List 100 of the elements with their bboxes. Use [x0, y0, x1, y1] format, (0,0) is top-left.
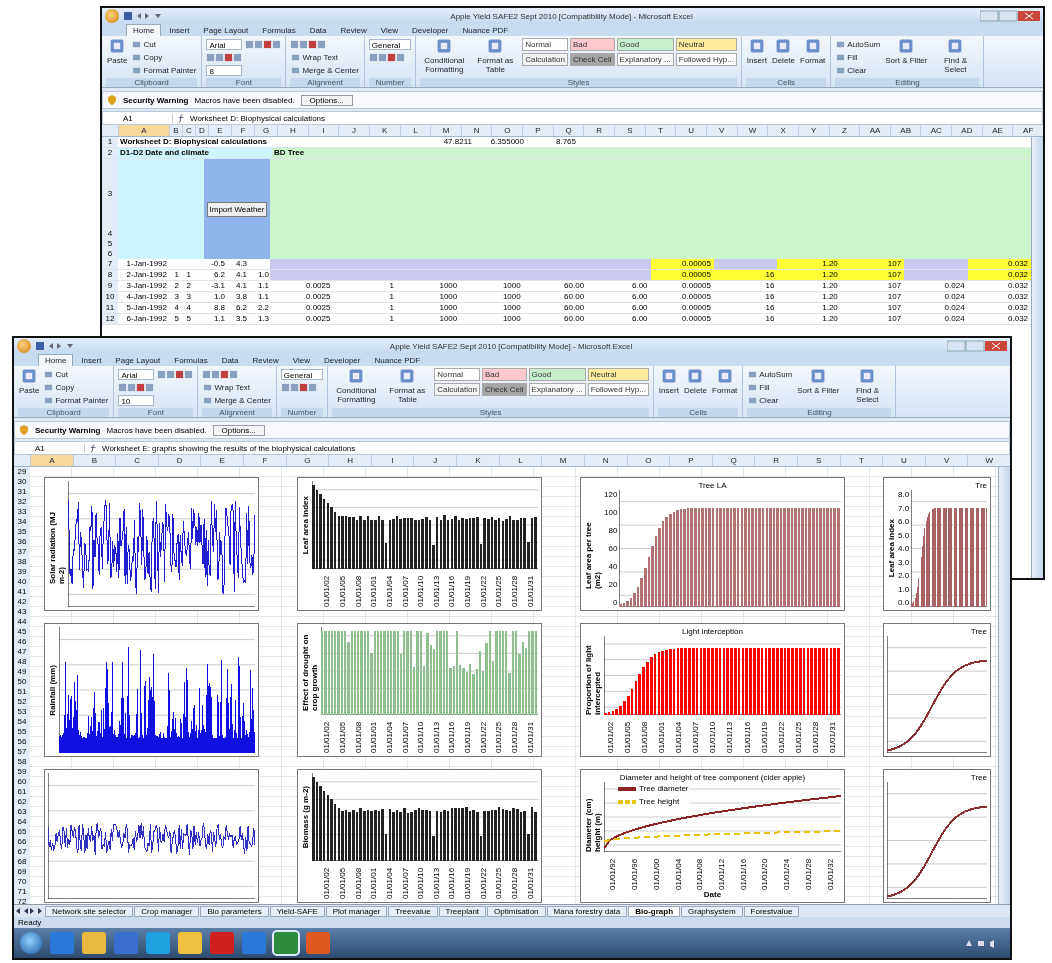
- sheet-tab[interactable]: Bio parameters: [200, 905, 269, 917]
- row-header[interactable]: 41: [14, 587, 30, 597]
- row-header[interactable]: 49: [14, 667, 30, 677]
- column-header[interactable]: R: [583, 125, 615, 136]
- ribbon-button[interactable]: Cut: [131, 38, 198, 50]
- chart-card[interactable]: Tree LA Leaf area per tree (m2) 120 100 80 60 40 20 0: [580, 477, 845, 611]
- row-header[interactable]: 45: [14, 627, 30, 637]
- row-header[interactable]: 6: [102, 249, 118, 259]
- column-header[interactable]: M: [541, 455, 584, 466]
- column-header[interactable]: AE: [981, 125, 1013, 136]
- ribbon-tab[interactable]: Insert: [163, 24, 196, 36]
- cell-style[interactable]: Check Cell: [569, 53, 615, 66]
- row-header[interactable]: 72: [14, 897, 30, 904]
- column-header[interactable]: J: [338, 125, 369, 136]
- ribbon-button[interactable]: Format as Table: [471, 38, 520, 76]
- column-header[interactable]: J: [413, 455, 457, 466]
- ribbon-button[interactable]: Format Painter: [43, 394, 110, 406]
- row-header[interactable]: 32: [14, 497, 30, 507]
- row-header[interactable]: 31: [14, 487, 30, 497]
- row-header[interactable]: 11: [102, 303, 118, 313]
- window-controls-icon[interactable]: [947, 340, 1007, 352]
- cell-style[interactable]: Bad: [569, 38, 615, 51]
- ribbon-button[interactable]: AutoSum: [747, 368, 794, 380]
- ribbon-button[interactable]: Clear: [835, 64, 882, 76]
- dropdown-field[interactable]: General: [280, 368, 324, 380]
- row-header[interactable]: 38: [14, 557, 30, 567]
- ribbon-button[interactable]: Conditional Formatting: [332, 368, 381, 406]
- cell-style[interactable]: Calculation: [522, 53, 568, 66]
- start-button[interactable]: [20, 932, 42, 954]
- row-header[interactable]: 46: [14, 637, 30, 647]
- chart-card[interactable]: Biomass (g m-2) 01/01/02 01/01/05 01/01/08 01/01/01 01/01/04 01/01/07 01/01/10 01/01/13 01/01/16 01/01/19 01/01/22 01/01/25 01/01/28 01/01/31: [297, 769, 542, 903]
- row-header[interactable]: 8: [102, 270, 118, 280]
- formatting-icons[interactable]: [280, 382, 317, 392]
- row-header[interactable]: 63: [14, 807, 30, 817]
- ribbon-button[interactable]: Clear: [747, 394, 794, 406]
- ribbon-button[interactable]: Sort & Filter: [796, 368, 841, 406]
- options-button[interactable]: Options...: [300, 94, 353, 106]
- ribbon-tab[interactable]: Formulas: [168, 354, 214, 366]
- row-header[interactable]: 36: [14, 537, 30, 547]
- row-header[interactable]: 66: [14, 837, 30, 847]
- ribbon-button[interactable]: Wrap Text: [290, 51, 360, 63]
- column-header[interactable]: C: [115, 455, 158, 466]
- ribbon-button[interactable]: Sort & Filter: [884, 38, 929, 76]
- chart-card[interactable]: Rainfall (mm): [44, 623, 259, 757]
- row-header[interactable]: 70: [14, 877, 30, 887]
- row-header[interactable]: 56: [14, 737, 30, 747]
- column-header[interactable]: AB: [889, 125, 921, 136]
- window-controls-icon[interactable]: [980, 10, 1040, 22]
- column-header[interactable]: B: [72, 455, 116, 466]
- column-header[interactable]: U: [675, 125, 706, 136]
- column-header[interactable]: AA: [859, 125, 890, 136]
- column-header[interactable]: C: [182, 125, 195, 136]
- ribbon-tab[interactable]: View: [286, 354, 316, 366]
- ribbon-tab[interactable]: Review: [246, 354, 285, 366]
- ribbon-button[interactable]: Insert: [745, 38, 768, 76]
- chart-card[interactable]: Tree: [883, 623, 991, 757]
- dropdown-field[interactable]: 10: [118, 394, 155, 406]
- cell-style[interactable]: Neutral: [675, 38, 737, 51]
- row-header[interactable]: 3: [102, 159, 118, 229]
- sheet-tab[interactable]: Treevalue: [388, 905, 438, 917]
- column-header[interactable]: Q: [552, 125, 584, 136]
- column-header[interactable]: E: [200, 455, 244, 466]
- column-header[interactable]: F: [243, 455, 286, 466]
- column-header[interactable]: N: [583, 455, 627, 466]
- sheet-tab[interactable]: Optimisation: [487, 905, 546, 917]
- column-header[interactable]: S: [796, 455, 840, 466]
- column-header[interactable]: F: [231, 125, 254, 136]
- ribbon-tab[interactable]: View: [374, 24, 404, 36]
- ribbon-tab[interactable]: Developer: [406, 24, 455, 36]
- row-header[interactable]: 2: [102, 148, 118, 158]
- row-header[interactable]: 33: [14, 507, 30, 517]
- formatting-icons[interactable]: [202, 369, 239, 379]
- vertical-scrollbar[interactable]: [998, 467, 1010, 904]
- row-header[interactable]: 61: [14, 787, 30, 797]
- cell-style[interactable]: Good: [528, 368, 586, 381]
- row-header[interactable]: 29: [14, 467, 30, 477]
- ribbon-button[interactable]: Copy: [131, 51, 198, 63]
- row-header[interactable]: 30: [14, 477, 30, 487]
- column-header[interactable]: W: [967, 455, 1010, 466]
- ribbon-button[interactable]: Fill: [747, 381, 794, 393]
- ribbon-button[interactable]: Format: [711, 368, 739, 406]
- ribbon-button[interactable]: Paste: [18, 368, 41, 406]
- ribbon-button[interactable]: Copy: [43, 381, 110, 393]
- formatting-icons[interactable]: [368, 52, 405, 62]
- row-header[interactable]: 7: [102, 259, 118, 269]
- row-header[interactable]: 10: [102, 292, 118, 302]
- dropdown-field[interactable]: Arial: [118, 368, 155, 380]
- row-header[interactable]: 42: [14, 597, 30, 607]
- cell-style[interactable]: Check Cell: [481, 383, 527, 396]
- sheet-tab[interactable]: Plot manager: [325, 905, 388, 917]
- chart-card[interactable]: [580, 769, 845, 903]
- row-header[interactable]: 62: [14, 797, 30, 807]
- cell-style[interactable]: Followed Hyp...: [587, 383, 649, 396]
- ribbon-tab[interactable]: Nuance PDF: [368, 354, 427, 366]
- row-header[interactable]: 71: [14, 887, 30, 897]
- column-header[interactable]: M: [430, 125, 461, 136]
- column-header[interactable]: G: [285, 455, 329, 466]
- quick-access-icon[interactable]: [35, 341, 75, 351]
- sheet-tab[interactable]: Network site selector: [45, 905, 134, 917]
- row-header[interactable]: 69: [14, 867, 30, 877]
